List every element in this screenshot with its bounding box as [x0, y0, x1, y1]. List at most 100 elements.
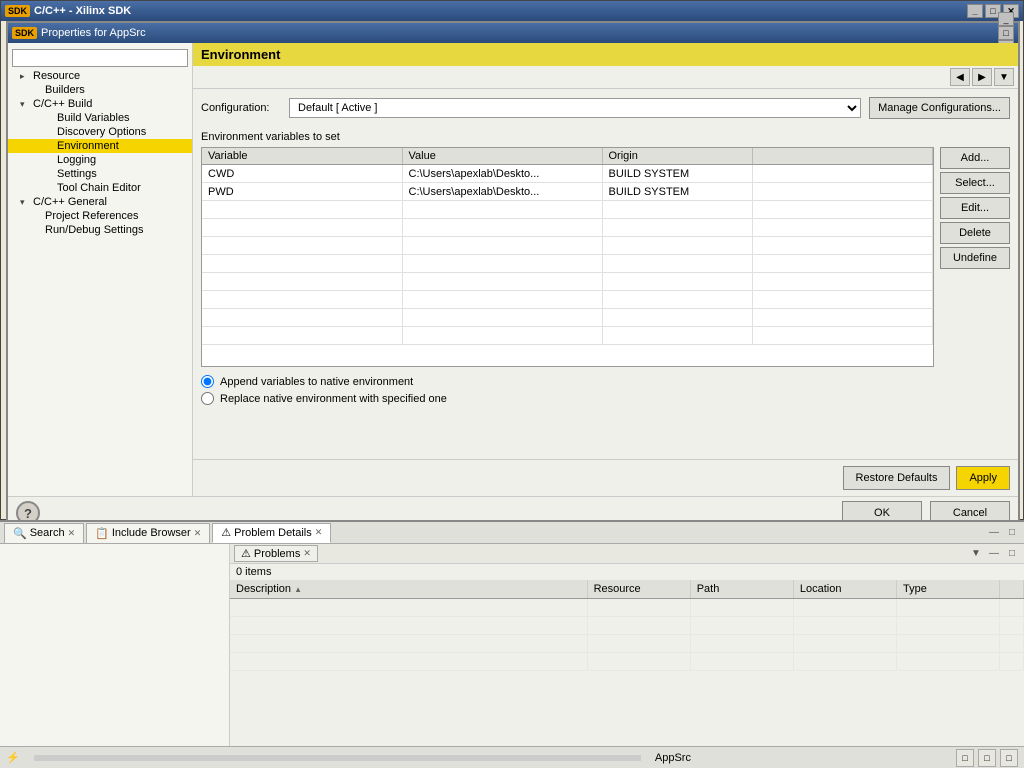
tree-item-tool-chain-editor[interactable]: Tool Chain Editor [8, 181, 192, 195]
panel-header: Environment [193, 43, 1018, 66]
cell-value-cwd: C:\Users\apexlab\Deskto... [402, 165, 602, 183]
config-select[interactable]: Default [ Active ] [289, 98, 861, 118]
status-bar: ⚡ AppSrc □ □ □ [0, 746, 1024, 768]
tree-item-environment-label: Environment [57, 140, 119, 152]
status-icon: ⚡ [6, 751, 20, 764]
tree-item-builders-label: Builders [45, 84, 85, 96]
props-minimize-btn[interactable]: _ [998, 12, 1014, 26]
status-right: □ □ □ [956, 749, 1018, 767]
apply-btn[interactable]: Apply [956, 466, 1010, 490]
nav-dropdown-btn[interactable]: ▼ [994, 68, 1014, 86]
radio-append-row: Append variables to native environment [201, 375, 1010, 388]
status-btn-3[interactable]: □ [1000, 749, 1018, 767]
tab-problem-details[interactable]: ⚠ Problem Details ✕ [212, 523, 331, 543]
cell-value-pwd: C:\Users\apexlab\Deskto... [402, 183, 602, 201]
search-tab-close[interactable]: ✕ [68, 528, 76, 539]
props-title-bar: SDK Properties for AppSrc _ □ ✕ [8, 23, 1018, 43]
problems-minimize[interactable]: — [986, 546, 1002, 562]
problems-table: Description ▲ Resource Path Location Typ… [230, 580, 1024, 671]
select-btn[interactable]: Select... [940, 172, 1010, 194]
table-row[interactable]: PWD C:\Users\apexlab\Deskto... BUILD SYS… [202, 183, 933, 201]
radio-replace-label: Replace native environment with specifie… [220, 393, 447, 405]
tree-item-cpp-general-label: C/C++ General [33, 196, 107, 208]
bottom-left-panel [0, 544, 230, 768]
cell-origin-pwd: BUILD SYSTEM [602, 183, 752, 201]
table-row-empty [202, 219, 933, 237]
tree-item-run-debug[interactable]: Run/Debug Settings [8, 223, 192, 237]
cell-variable-pwd: PWD [202, 183, 402, 201]
radio-append[interactable] [201, 375, 214, 388]
bottom-main: ⚠ Problems ✕ ▼ — □ 0 items Description ▲ [0, 544, 1024, 768]
delete-btn[interactable]: Delete [940, 222, 1010, 244]
tree-item-discovery-options[interactable]: Discovery Options [8, 125, 192, 139]
tree-item-project-references[interactable]: Project References [8, 209, 192, 223]
problems-empty-row [230, 616, 1024, 634]
problems-tab-bar: ⚠ Problems ✕ ▼ — □ [230, 544, 1024, 564]
search-tab-label: Search [30, 527, 65, 539]
tree-search-input[interactable] [12, 49, 188, 67]
include-browser-icon: 📋 [95, 527, 109, 540]
sdk-badge-main: SDK [5, 5, 30, 17]
props-title-left: SDK Properties for AppSrc [12, 27, 146, 39]
env-table: Variable Value Origin CWD C [202, 148, 933, 345]
col-variable: Variable [202, 148, 402, 165]
undefine-btn[interactable]: Undefine [940, 247, 1010, 269]
problems-tab-close[interactable]: ✕ [303, 548, 311, 559]
status-btn-1[interactable]: □ [956, 749, 974, 767]
radio-group: Append variables to native environment R… [201, 375, 1010, 405]
restore-defaults-btn[interactable]: Restore Defaults [843, 466, 951, 490]
props-maximize-btn[interactable]: □ [998, 26, 1014, 40]
tab-include-browser[interactable]: 📋 Include Browser ✕ [86, 523, 210, 543]
tab-bar-controls: — □ [986, 525, 1020, 541]
include-browser-close[interactable]: ✕ [194, 528, 202, 539]
col-origin: Origin [602, 148, 752, 165]
col-resource: Resource [587, 580, 690, 598]
tree-item-cpp-general[interactable]: ▾ C/C++ General [8, 195, 192, 209]
radio-replace[interactable] [201, 392, 214, 405]
nav-back-btn[interactable]: ◀ [950, 68, 970, 86]
problems-view-menu[interactable]: ▼ [968, 546, 984, 562]
env-vars-label: Environment variables to set [201, 131, 1010, 143]
bottom-section: 🔍 Search ✕ 📋 Include Browser ✕ ⚠ Problem… [0, 520, 1024, 768]
main-minimize-btn[interactable]: _ [967, 4, 983, 18]
problems-maximize[interactable]: □ [1004, 546, 1020, 562]
table-row-empty [202, 255, 933, 273]
expand-icon-cpp-general: ▾ [20, 197, 30, 208]
manage-configurations-btn[interactable]: Manage Configurations... [869, 97, 1010, 119]
tab-search[interactable]: 🔍 Search ✕ [4, 523, 84, 543]
problems-count: 0 items [230, 564, 1024, 580]
config-label: Configuration: [201, 102, 281, 114]
tree-item-builders[interactable]: Builders [8, 83, 192, 97]
cell-origin-cwd: BUILD SYSTEM [602, 165, 752, 183]
problems-tab[interactable]: ⚠ Problems ✕ [234, 545, 318, 562]
tree-item-settings[interactable]: Settings [8, 167, 192, 181]
col-blank [1000, 580, 1024, 598]
table-row[interactable]: CWD C:\Users\apexlab\Deskto... BUILD SYS… [202, 165, 933, 183]
tree-item-environment[interactable]: Environment [8, 139, 192, 153]
problems-empty-row [230, 634, 1024, 652]
tree-item-resource[interactable]: ▸ Resource [8, 69, 192, 83]
status-btn-2[interactable]: □ [978, 749, 996, 767]
nav-bar: ◀ ▶ ▼ [193, 66, 1018, 89]
col-path: Path [690, 580, 793, 598]
tree-item-logging[interactable]: Logging [8, 153, 192, 167]
config-row: Configuration: Default [ Active ] Manage… [201, 97, 1010, 119]
side-buttons-col: Add... Select... Edit... Delete Undefine [934, 147, 1010, 367]
table-row-empty [202, 309, 933, 327]
nav-forward-btn[interactable]: ▶ [972, 68, 992, 86]
problems-empty-row [230, 598, 1024, 616]
problems-label: Problems [254, 548, 300, 560]
maximize-bottom-btn[interactable]: □ [1004, 525, 1020, 541]
col-value: Value [402, 148, 602, 165]
table-row-empty [202, 327, 933, 345]
include-browser-label: Include Browser [112, 527, 191, 539]
tree-item-build-vars-label: Build Variables [57, 112, 130, 124]
edit-btn[interactable]: Edit... [940, 197, 1010, 219]
problem-details-close[interactable]: ✕ [315, 527, 323, 538]
add-btn[interactable]: Add... [940, 147, 1010, 169]
tree-item-build-variables[interactable]: Build Variables [8, 111, 192, 125]
tree-item-cpp-build[interactable]: ▾ C/C++ Build [8, 97, 192, 111]
problems-panel: ⚠ Problems ✕ ▼ — □ 0 items Description ▲ [230, 544, 1024, 768]
minimize-bottom-btn[interactable]: — [986, 525, 1002, 541]
content-panel: Environment ◀ ▶ ▼ Configuration: Default… [193, 43, 1018, 496]
